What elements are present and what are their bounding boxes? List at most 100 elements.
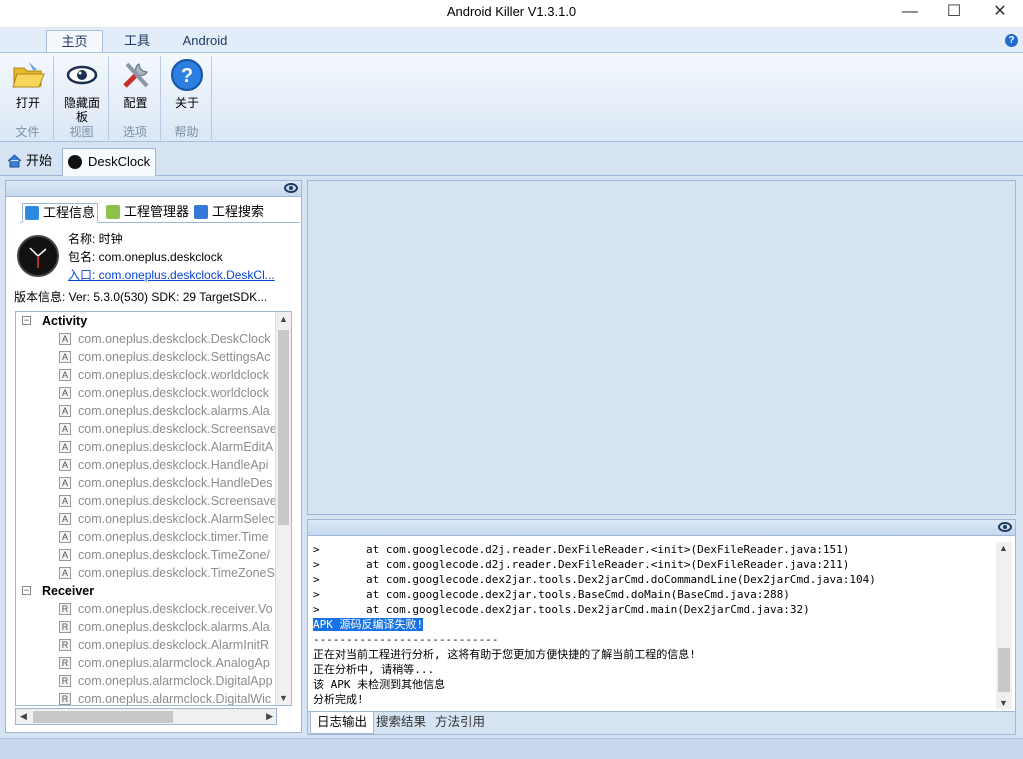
activity-icon: A [59,549,71,561]
tree-item[interactable]: Acom.oneplus.deskclock.AlarmSelec [16,510,276,528]
hide-panel-button[interactable]: 隐藏面 板 [55,58,109,124]
app-entry-link[interactable]: 入口: com.oneplus.deskclock.DeskCl... [68,266,275,283]
tree-item[interactable]: Acom.oneplus.deskclock.HandleDes [16,474,276,492]
tree-item-label: com.oneplus.deskclock.TimeZone/ [78,548,270,562]
tab-search-results[interactable]: 搜索结果 [370,712,432,734]
tree-scrollbar-thumb[interactable] [278,330,289,525]
config-button[interactable]: 配置 [110,58,161,110]
receiver-icon: R [59,657,71,669]
tree-item[interactable]: Acom.oneplus.deskclock.Screensave [16,492,277,510]
receiver-icon: R [59,621,71,633]
group-label-file: 文件 [15,125,40,139]
log-line: > at com.googlecode.d2j.reader.DexFileRe… [313,558,850,571]
collapse-icon[interactable]: − [22,316,31,325]
activity-icon: A [59,495,71,507]
app-icon [17,235,59,277]
tab-tools[interactable]: 工具 [112,30,162,53]
home-icon [7,154,22,168]
tree-item[interactable]: Rcom.oneplus.alarmclock.AnalogAp [16,654,276,672]
about-button[interactable]: ? 关于 [162,58,212,110]
scroll-up-icon[interactable]: ▲ [999,543,1008,553]
tab-project-search-label: 工程搜索 [212,204,265,219]
activity-icon: A [59,351,71,363]
tree-item-label: com.oneplus.deskclock.Screensave [78,494,277,508]
tree-item[interactable]: Acom.oneplus.deskclock.TimeZoneS [16,564,276,582]
tree-item[interactable]: Acom.oneplus.deskclock.AlarmEditA [16,438,276,456]
tree-item-label: com.oneplus.deskclock.HandleDes [78,476,273,490]
tree-item[interactable]: Rcom.oneplus.alarmclock.DigitalApp [16,672,276,690]
tree-item-label: com.oneplus.deskclock.TimeZoneS [78,566,275,580]
about-button-label: 关于 [174,96,199,110]
tree-item-label: com.oneplus.alarmclock.AnalogAp [78,656,270,670]
app-version: 版本信息: Ver: 5.3.0(530) SDK: 29 TargetSDK.… [14,290,268,304]
output-panel: > at com.googlecode.d2j.reader.DexFileRe… [307,519,1016,735]
close-button[interactable]: ✕ [977,0,1023,28]
tree-scrollbar[interactable]: ▲ ▼ [275,312,291,705]
tree-item[interactable]: Rcom.oneplus.alarmclock.DigitalWic [16,690,276,705]
minimize-button[interactable]: — [887,0,933,28]
tree-item[interactable]: Acom.oneplus.deskclock.SettingsAc [16,348,276,366]
document-tab-bar: 开始 DeskClock [0,143,1023,176]
tree-item[interactable]: Rcom.oneplus.deskclock.receiver.Vo [16,600,276,618]
tree-item[interactable]: Rcom.oneplus.deskclock.AlarmInitR [16,636,276,654]
project-panel-header [6,181,301,197]
tree-item-label: com.oneplus.deskclock.worldclock [78,368,270,382]
tab-method-refs[interactable]: 方法引用 [429,712,491,734]
tree-item-label: com.oneplus.deskclock.DeskClock [78,332,271,346]
tree-item[interactable]: Acom.oneplus.deskclock.DeskClock [16,330,276,348]
tree-item-label: com.oneplus.deskclock.receiver.Vo [78,602,273,616]
tree-item[interactable]: Acom.oneplus.deskclock.TimeZone/ [16,546,276,564]
clock-icon [68,155,82,169]
ribbon-toolbar: 打开 文件 隐藏面 板 视图 配置 选项 ? 关于 帮助 [0,52,1023,142]
tree-item[interactable]: Rcom.oneplus.deskclock.alarms.Ala [16,618,276,636]
tab-log-output[interactable]: 日志输出 [310,712,375,734]
tree-item[interactable]: Acom.oneplus.deskclock.alarms.Ala [16,402,276,420]
help-icon[interactable]: ? [1005,34,1018,47]
open-button[interactable]: 打开 [2,58,54,110]
receiver-icon: R [59,603,71,615]
scroll-down-icon[interactable]: ▼ [999,698,1008,708]
log-scrollbar-thumb[interactable] [998,648,1010,692]
log-scrollbar[interactable]: ▲ ▼ [996,542,1012,709]
log-line: ---------------------------- [313,633,499,646]
tab-project-search[interactable]: 工程搜索 [192,203,268,223]
tab-start-label: 开始 [26,153,53,168]
ribbon-group-file: 打开 文件 [2,56,54,142]
tab-android[interactable]: Android [172,30,238,53]
scroll-down-icon[interactable]: ▼ [279,693,288,703]
tree-group[interactable]: − Receiver [16,582,276,600]
tab-home[interactable]: 主页 [46,30,103,53]
receiver-icon: R [59,639,71,651]
window-title: Android Killer V1.3.1.0 [446,4,577,19]
horizontal-scrollbar[interactable]: ◀ ▶ [15,708,277,725]
tab-project-manager[interactable]: 工程管理器 [104,203,190,223]
scroll-left-icon[interactable]: ◀ [20,711,27,722]
scroll-right-icon[interactable]: ▶ [266,711,273,722]
tab-deskclock[interactable]: DeskClock [62,148,156,176]
tree-item[interactable]: Acom.oneplus.deskclock.worldclock [16,384,276,402]
log-line: > at com.googlecode.dex2jar.tools.Dex2ja… [313,573,876,586]
eye-icon[interactable] [284,183,298,193]
maximize-button[interactable]: ☐ [931,0,977,28]
ribbon-group-options: 配置 选项 [110,56,161,142]
tree-item[interactable]: Acom.oneplus.deskclock.Screensave [16,420,277,438]
collapse-icon[interactable]: − [22,586,31,595]
log-line: 该 APK 未检测到其他信息 [313,678,446,691]
tab-project-info[interactable]: 工程信息 [22,203,98,223]
tab-start[interactable]: 开始 [2,148,60,176]
tree-group-label: Activity [42,314,88,328]
svg-text:?: ? [181,65,193,87]
scroll-up-icon[interactable]: ▲ [279,314,288,324]
tree-item[interactable]: Acom.oneplus.deskclock.HandleApi [16,456,276,474]
tree-item[interactable]: Acom.oneplus.deskclock.worldclock [16,366,276,384]
eye-icon[interactable] [998,522,1012,532]
hide-panel-label: 隐藏面 板 [63,96,100,124]
tree-group[interactable]: − Activity [16,312,276,330]
activity-icon: A [59,441,71,453]
activity-icon: A [59,531,71,543]
log-line: APK 源码反编译失败! [313,618,424,631]
tree-item-label: com.oneplus.deskclock.Screensave [78,422,277,436]
tools-icon [119,58,153,92]
scrollbar-thumb[interactable] [33,711,173,723]
tree-item[interactable]: Acom.oneplus.deskclock.timer.Time [16,528,276,546]
